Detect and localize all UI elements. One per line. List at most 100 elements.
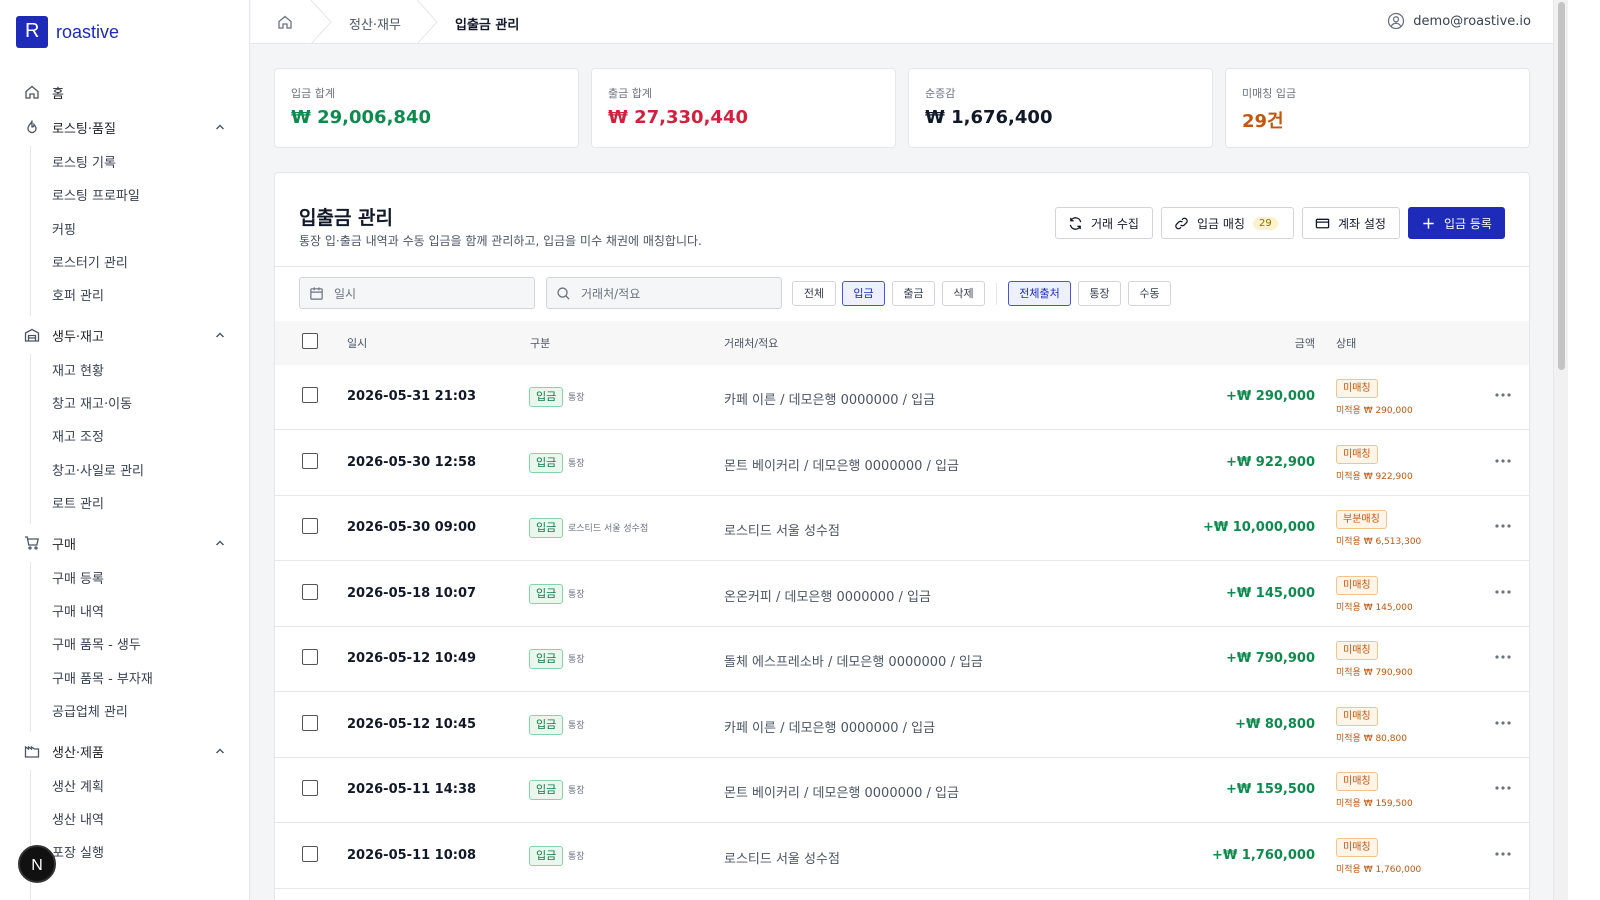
type-badge: 입금 <box>529 714 564 735</box>
sidebar-item-lot[interactable]: 로트 관리 <box>52 495 104 515</box>
status-badge: 부분매칭 <box>1336 510 1387 529</box>
filter-chip-bank[interactable]: 통장 <box>1078 281 1121 306</box>
row-checkbox[interactable] <box>302 714 318 731</box>
sidebar-item-home[interactable]: 홈 <box>0 76 249 108</box>
more-icon[interactable] <box>1493 518 1513 534</box>
scrollbar-thumb[interactable] <box>1558 2 1565 370</box>
stat-card-unmatched: 미매칭 입금 29건 <box>1225 68 1530 148</box>
date-filter-input[interactable]: 일시 <box>299 277 535 309</box>
more-icon[interactable] <box>1493 584 1513 600</box>
row-checkbox[interactable] <box>302 583 318 600</box>
sidebar-item-production-plan[interactable]: 생산 계획 <box>52 778 104 798</box>
filter-chip-all[interactable]: 전체 <box>792 281 836 306</box>
sidebar-item-silo[interactable]: 창고·사일로 관리 <box>52 462 144 482</box>
table-row[interactable]: 2026-05-31 21:03 입금 통장 카페 이른 / 데모은행 0000000… <box>275 365 1529 430</box>
page-scrollbar[interactable] <box>1553 0 1568 900</box>
sidebar-item-warehouse-stock[interactable]: 창고 재고·이동 <box>52 395 132 415</box>
brand-name: roastive <box>56 21 120 42</box>
sidebar-item-roaster[interactable]: 로스터기 관리 <box>52 254 128 274</box>
more-icon[interactable] <box>1493 387 1513 403</box>
table-row[interactable]: 2026-05-11 10:08 입금 통장 로스티드 서울 성수점 +₩ 1,760,… <box>275 824 1529 889</box>
more-icon[interactable] <box>1493 780 1513 796</box>
row-checkbox[interactable] <box>302 518 318 534</box>
select-all-checkbox[interactable] <box>302 333 318 349</box>
remaining-amount: 미적용 ₩ 1,760,000 <box>1336 864 1422 875</box>
filter-chip-withdrawal[interactable]: 출금 <box>892 281 935 306</box>
match-deposits-button[interactable]: 입금 매칭 29 <box>1161 207 1294 239</box>
user-menu[interactable]: demo@roastive.io <box>1387 12 1531 30</box>
more-icon[interactable] <box>1493 846 1513 862</box>
more-icon[interactable] <box>1493 715 1513 731</box>
more-icon[interactable] <box>1493 649 1513 665</box>
type-badge: 입금 <box>529 583 564 604</box>
type-badge: 입금 <box>529 649 564 669</box>
table-row[interactable]: 2026-05-30 12:58 입금 통장 몬트 베이커리 / 데모은행 00000… <box>275 431 1529 496</box>
sidebar-section-roasting[interactable]: 로스팅·품질 <box>0 111 249 143</box>
row-checkbox[interactable] <box>302 387 318 403</box>
row-description: 온온커피 / 데모은행 0000000 / 입금 <box>724 589 931 605</box>
breadcrumb-item[interactable]: 정산·재무 <box>349 14 401 33</box>
sidebar-item-production-history[interactable]: 생산 내역 <box>52 811 104 831</box>
sidebar-item-green-bean[interactable]: 구매 품목 - 생두 <box>52 636 141 656</box>
stat-card-deposit-total: 입금 합계 ₩ 29,006,840 <box>274 68 579 148</box>
filter-chip-deposit[interactable]: 입금 <box>842 281 885 306</box>
table-header: 일시 구분 거래처/적요 금액 상태 <box>275 321 1529 365</box>
column-status[interactable]: 상태 <box>1336 335 1356 351</box>
sidebar-section-purchase[interactable]: 구매 <box>0 527 249 559</box>
row-date: 2026-05-30 09:00 <box>347 520 477 535</box>
row-checkbox[interactable] <box>302 780 318 796</box>
row-amount: +₩ 290,000 <box>1226 389 1315 404</box>
filter-chip-deleted[interactable]: 삭제 <box>942 281 985 306</box>
remaining-amount: 미적용 ₩ 290,000 <box>1336 406 1413 416</box>
row-amount: +₩ 145,000 <box>1226 585 1315 601</box>
filter-chip-all-sources[interactable]: 전체출처 <box>1008 281 1071 306</box>
search-input[interactable]: 거래처/적요 <box>546 277 782 309</box>
type-badge: 입금 <box>529 387 564 407</box>
sidebar-item-roasting-log[interactable]: 로스팅 기록 <box>52 154 116 174</box>
nav-divider <box>30 562 31 732</box>
flame-icon <box>27 120 37 134</box>
column-type[interactable]: 구분 <box>530 335 550 351</box>
column-amount[interactable]: 금액 <box>1295 335 1315 351</box>
stat-label: 출금 합계 <box>608 87 652 100</box>
row-checkbox[interactable] <box>302 845 318 862</box>
table-row[interactable]: 2026-05-30 09:00 입금 로스티드 서울 성수점 로스티드 서울 성수점… <box>275 496 1529 561</box>
sidebar-item-roasting-profile[interactable]: 로스팅 프로파일 <box>52 187 140 207</box>
sidebar-section-inventory[interactable]: 생두·재고 <box>0 319 249 351</box>
row-checkbox[interactable] <box>302 649 318 665</box>
collect-transactions-button[interactable]: 거래 수집 <box>1055 207 1153 239</box>
register-deposit-button[interactable]: 입금 등록 <box>1408 207 1505 239</box>
sidebar-section-label: 구매 <box>52 537 76 553</box>
table-row[interactable]: 2026-05-12 10:49 입금 통장 돌체 에스프레소바 / 데모은행 000… <box>275 627 1529 692</box>
home-icon[interactable] <box>277 14 293 30</box>
floating-avatar-button[interactable]: N <box>18 845 56 883</box>
row-checkbox[interactable] <box>302 452 318 469</box>
sidebar-item-stock-adjust[interactable]: 재고 조정 <box>52 428 104 448</box>
row-date: 2026-05-11 14:38 <box>347 782 477 797</box>
sidebar-item-supplies[interactable]: 구매 품목 - 부자재 <box>52 670 153 690</box>
account-settings-button[interactable]: 계좌 설정 <box>1302 207 1400 239</box>
column-date[interactable]: 일시 <box>347 335 367 351</box>
table-row[interactable]: 2026-05-12 10:45 입금 통장 카페 이른 / 데모은행 0000000… <box>275 693 1529 758</box>
sidebar-item-hopper[interactable]: 호퍼 관리 <box>52 287 104 307</box>
sidebar-item-supplier[interactable]: 공급업체 관리 <box>52 703 128 723</box>
row-description: 몬트 베이커리 / 데모은행 0000000 / 입금 <box>724 786 959 801</box>
table-row[interactable]: 2026-05-18 10:07 입금 통장 온온커피 / 데모은행 0000000 … <box>275 562 1529 627</box>
sidebar-item-stock-status[interactable]: 재고 현황 <box>52 362 104 382</box>
row-amount: +₩ 80,800 <box>1235 716 1315 732</box>
sidebar-item-cupping[interactable]: 커핑 <box>52 221 76 241</box>
sidebar-item-packaging[interactable]: 포장 실행 <box>52 844 104 864</box>
filter-chip-manual[interactable]: 수동 <box>1128 281 1171 306</box>
sidebar-section-production[interactable]: 생산·제품 <box>0 735 249 767</box>
brand-logo[interactable]: R roastive <box>16 16 119 48</box>
stat-card-withdrawal-total: 출금 합계 ₩ 27,330,440 <box>591 68 896 148</box>
source-label: 통장 <box>568 589 585 600</box>
more-icon[interactable] <box>1493 453 1513 469</box>
table-row[interactable]: 2026-05-11 14:38 입금 통장 몬트 베이커리 / 데모은행 00000… <box>275 758 1529 823</box>
sidebar-item-purchase-history[interactable]: 구매 내역 <box>52 603 104 623</box>
source-label: 통장 <box>568 786 585 796</box>
row-description: 카페 이른 / 데모은행 0000000 / 입금 <box>724 720 936 736</box>
sidebar-item-purchase-register[interactable]: 구매 등록 <box>52 570 104 590</box>
stat-value: ₩ 29,006,840 <box>291 107 431 128</box>
column-description[interactable]: 거래처/적요 <box>724 335 778 351</box>
